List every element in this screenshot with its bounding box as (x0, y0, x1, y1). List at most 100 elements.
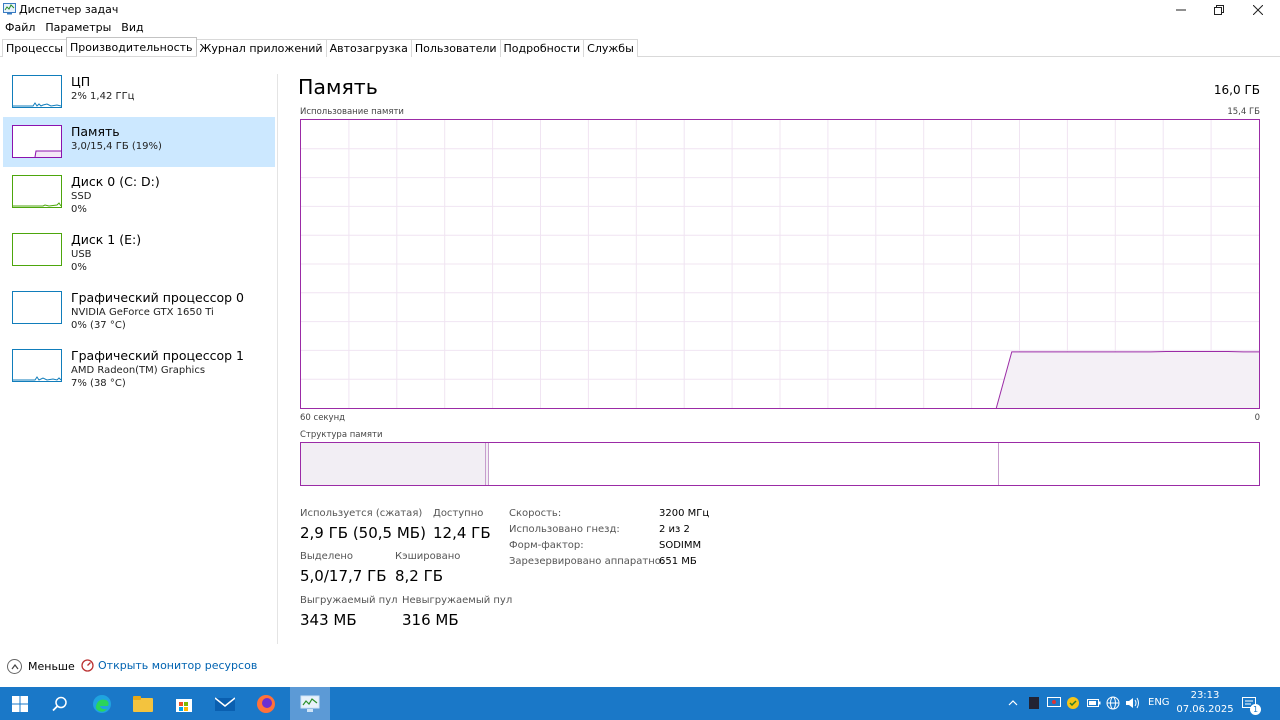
task-manager-app-icon (3, 3, 16, 15)
sidebar-item-subtitle: NVIDIA GeForce GTX 1650 Ti (71, 307, 214, 318)
cached-label: Кэшировано (395, 551, 461, 562)
taskbar-file-explorer[interactable] (123, 687, 163, 720)
minimize-icon (1176, 9, 1186, 10)
disk1-thumbnail-graph (12, 233, 62, 266)
clock[interactable]: 23:13 07.06.2025 (1170, 689, 1240, 717)
total-memory: 16,0 ГБ (1213, 83, 1260, 97)
sidebar-item-gpu-1[interactable]: Графический процессор 1 AMD Radeon(TM) G… (3, 341, 275, 391)
input-language-indicator[interactable]: ENG (1148, 697, 1170, 708)
memory-usage-chart (301, 120, 1259, 408)
sidebar-item-subtitle: USB (71, 249, 92, 260)
form-factor-label: Форм-фактор: (509, 540, 584, 551)
page-title: Память (298, 75, 378, 99)
tab-performance[interactable]: Производительность (66, 37, 197, 56)
menu-view[interactable]: Вид (116, 20, 148, 36)
taskbar-mail[interactable] (205, 687, 245, 720)
window-title: Диспетчер задач (19, 3, 119, 16)
tab-users[interactable]: Пользователи (410, 39, 501, 57)
tab-startup[interactable]: Автозагрузка (325, 39, 412, 57)
sidebar-item-disk-0[interactable]: Диск 0 (C: D:) SSD 0% (3, 167, 275, 217)
fewer-details-button[interactable]: Меньше (7, 659, 75, 674)
memory-usage-graph (300, 119, 1260, 409)
volume-icon[interactable] (1126, 696, 1140, 710)
taskbar-edge[interactable] (82, 687, 122, 720)
sidebar-item-subtitle: 2% 1,42 ГГц (71, 91, 135, 102)
tray-security-icon[interactable] (1066, 696, 1080, 710)
tray-app-icon[interactable] (1027, 696, 1041, 710)
memory-thumbnail-graph (12, 125, 62, 158)
search-button[interactable] (40, 687, 80, 720)
title-bar: Диспетчер задач (0, 0, 1280, 19)
tab-services[interactable]: Службы (583, 39, 638, 57)
committed-value: 5,0/17,7 ГБ (300, 567, 387, 585)
menu-file[interactable]: Файл (0, 20, 40, 36)
sidebar-item-cpu[interactable]: ЦП 2% 1,42 ГГц (3, 67, 275, 117)
gpu1-thumbnail-graph (12, 349, 62, 382)
memory-usage-area (996, 351, 1259, 408)
tray-monitor-icon[interactable] (1047, 696, 1061, 710)
taskbar-firefox[interactable] (246, 687, 286, 720)
sidebar-item-value: 0% (71, 204, 87, 215)
nonpaged-pool-value: 316 МБ (402, 611, 459, 629)
sidebar-item-subtitle: 3,0/15,4 ГБ (19%) (71, 141, 162, 152)
speed-label: Скорость: (509, 508, 562, 519)
taskbar-store[interactable] (164, 687, 204, 720)
form-factor-value: SODIMM (659, 540, 702, 551)
tab-app-history[interactable]: Журнал приложений (195, 39, 327, 57)
tab-details[interactable]: Подробности (499, 39, 585, 57)
slots-used-label: Использовано гнезд: (509, 524, 620, 535)
paged-pool-value: 343 МБ (300, 611, 357, 629)
memory-usage-label: Использование памяти (300, 107, 404, 117)
task-manager-window: Диспетчер задач Файл Параметры Вид Проце… (0, 0, 1280, 720)
mail-icon (215, 696, 235, 711)
minimize-button[interactable] (1161, 0, 1201, 19)
start-button[interactable] (0, 687, 40, 720)
available-label: Доступно (433, 508, 484, 519)
cpu-thumbnail-graph (12, 75, 62, 108)
tab-processes[interactable]: Процессы (2, 39, 68, 57)
cached-value: 8,2 ГБ (395, 567, 444, 585)
chevron-up-tray-icon[interactable] (1006, 696, 1020, 710)
sidebar-item-memory[interactable]: Память 3,0/15,4 ГБ (19%) (3, 117, 275, 167)
windows-logo-icon (12, 695, 28, 712)
available-value: 12,4 ГБ (433, 524, 491, 542)
search-icon (52, 696, 67, 711)
open-resource-monitor-link[interactable]: Открыть монитор ресурсов (81, 659, 257, 672)
clock-time: 23:13 (1190, 690, 1220, 701)
clock-date: 07.06.2025 (1176, 704, 1234, 715)
paged-pool-label: Выгружаемый пул (300, 595, 398, 606)
hardware-reserved-label: Зарезервировано аппаратно: (509, 556, 665, 567)
close-button[interactable] (1238, 0, 1278, 19)
sidebar-item-gpu-0[interactable]: Графический процессор 0 NVIDIA GeForce G… (3, 283, 275, 333)
sidebar-item-title: Диск 1 (E:) (71, 232, 142, 247)
tab-bar: Процессы Производительность Журнал прило… (0, 37, 1280, 57)
sidebar-item-subtitle: AMD Radeon(TM) Graphics (71, 365, 206, 376)
menu-options[interactable]: Параметры (40, 20, 116, 36)
composition-standby-divider (998, 443, 999, 485)
chevron-up-icon (7, 659, 22, 674)
folder-icon (133, 695, 153, 712)
resource-monitor-label: Открыть монитор ресурсов (98, 659, 258, 672)
sidebar-item-subtitle: SSD (71, 191, 92, 202)
store-icon (176, 698, 192, 712)
sidebar-item-disk-1[interactable]: Диск 1 (E:) USB 0% (3, 225, 275, 275)
sidebar-item-title: Графический процессор 0 (71, 290, 244, 305)
restore-button[interactable] (1199, 0, 1239, 19)
network-globe-icon[interactable] (1106, 696, 1120, 710)
composition-modified[interactable] (486, 443, 489, 485)
composition-in-use[interactable] (301, 443, 486, 485)
memory-usage-max: 15,4 ГБ (1227, 107, 1260, 117)
panel-divider[interactable] (277, 74, 278, 644)
committed-label: Выделено (300, 551, 354, 562)
close-icon (1253, 4, 1263, 15)
taskbar-task-manager[interactable] (290, 687, 330, 720)
sidebar-item-title: ЦП (71, 74, 91, 89)
slots-used-value: 2 из 2 (659, 524, 690, 535)
sidebar-item-value: 7% (38 °C) (71, 378, 126, 389)
battery-icon[interactable] (1087, 696, 1101, 710)
firefox-icon (257, 694, 275, 713)
speed-value: 3200 МГц (659, 508, 710, 519)
in-use-label: Используется (сжатая) (300, 508, 423, 519)
memory-composition-label: Структура памяти (300, 430, 383, 440)
sidebar-item-title: Диск 0 (C: D:) (71, 174, 160, 189)
